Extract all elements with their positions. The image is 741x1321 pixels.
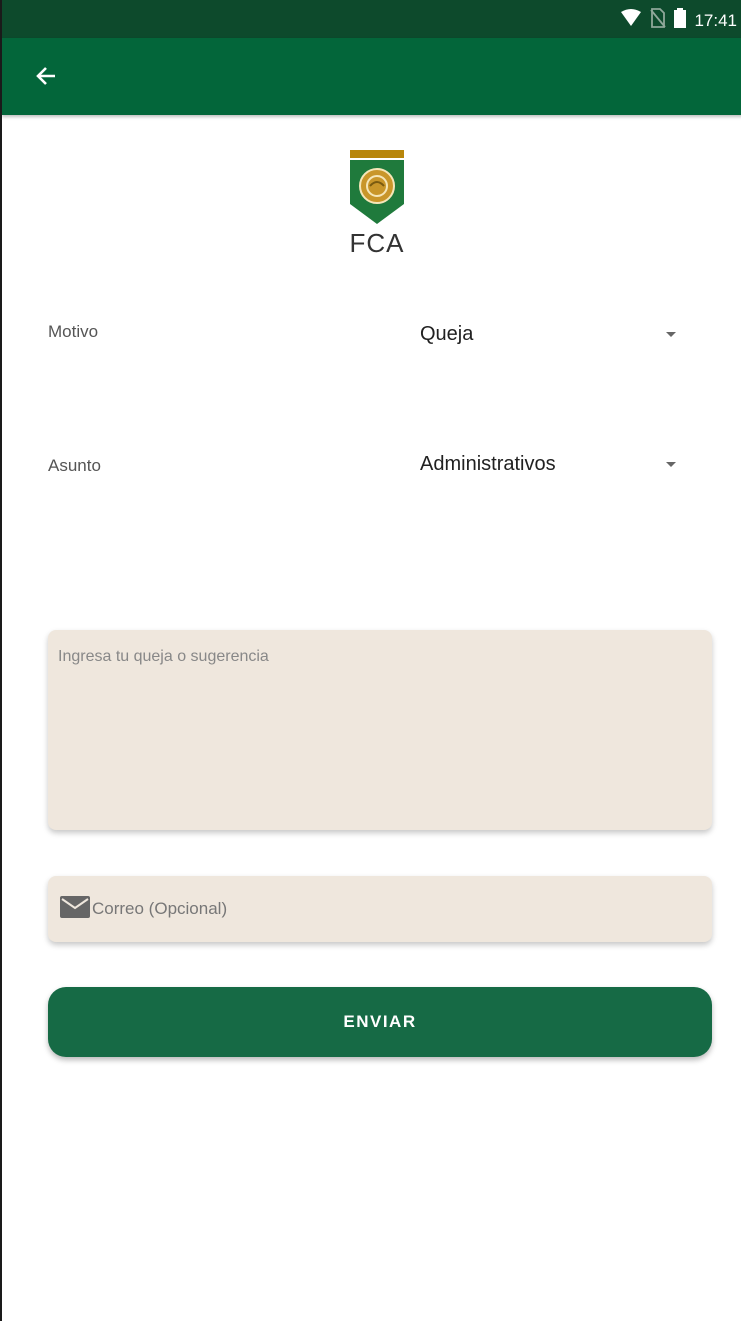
message-card bbox=[48, 630, 712, 830]
asunto-select[interactable]: Administrativos bbox=[420, 444, 686, 484]
dropdown-arrow-icon bbox=[666, 461, 676, 467]
email-field[interactable] bbox=[90, 899, 652, 919]
status-time: 17:41 bbox=[694, 10, 737, 30]
app-bar bbox=[2, 38, 741, 115]
status-bar: 17:41 bbox=[2, 0, 741, 38]
send-button[interactable]: ENVIAR bbox=[48, 987, 712, 1057]
motivo-label: Motivo bbox=[48, 322, 99, 341]
motivo-select[interactable]: Queja bbox=[420, 314, 686, 354]
asunto-label: Asunto bbox=[48, 456, 101, 475]
status-icons: 17:41 bbox=[620, 8, 737, 33]
fca-shield-emblem bbox=[350, 150, 404, 224]
logo-text: FCA bbox=[349, 228, 405, 258]
fca-logo: FCA bbox=[342, 148, 412, 258]
asunto-selected-value: Administrativos bbox=[420, 452, 556, 475]
email-card bbox=[48, 876, 712, 942]
message-textarea[interactable] bbox=[58, 648, 702, 812]
screen: 17:41 FCA Motivo Queja Asunto Administra… bbox=[0, 0, 741, 1321]
battery-icon bbox=[674, 8, 687, 33]
mail-icon bbox=[60, 895, 90, 923]
no-sim-icon bbox=[650, 8, 667, 33]
arrow-back-icon bbox=[35, 65, 57, 92]
back-button[interactable] bbox=[28, 60, 64, 96]
dropdown-arrow-icon bbox=[666, 331, 676, 337]
motivo-selected-value: Queja bbox=[420, 322, 474, 345]
wifi-icon bbox=[620, 9, 642, 32]
